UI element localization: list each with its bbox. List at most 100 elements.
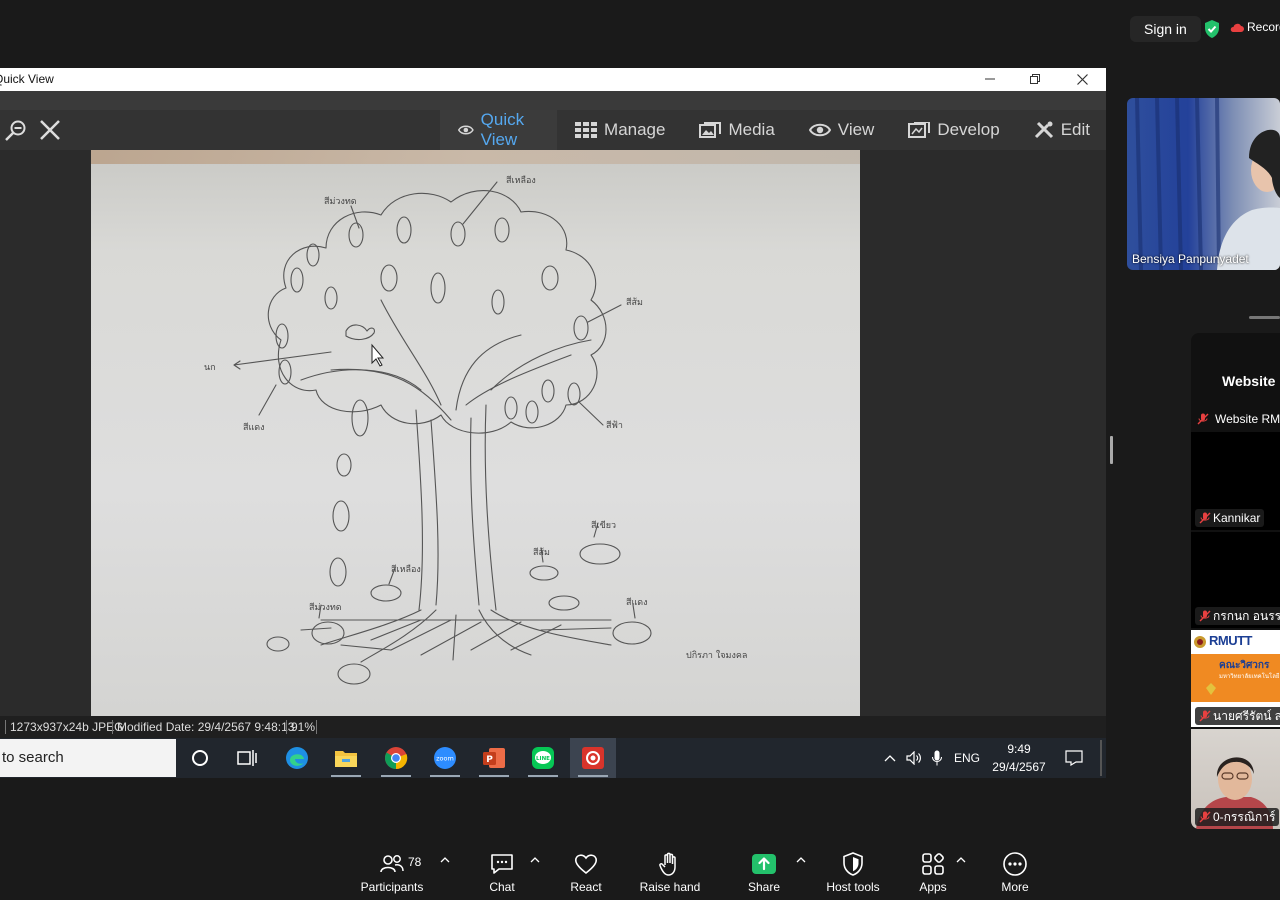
tab-quick-view[interactable]: Quick View: [440, 110, 558, 150]
participant-tile[interactable]: Kannikar: [1191, 432, 1280, 530]
annotation-label: สีเหลือง: [391, 564, 421, 575]
sign-in-button[interactable]: Sign in: [1130, 16, 1201, 42]
shield-check-icon[interactable]: [1203, 19, 1221, 39]
cortana-icon: [192, 750, 208, 766]
participant-tile[interactable]: 0-กรรณิการ์: [1191, 729, 1280, 829]
react-button[interactable]: React: [562, 842, 610, 900]
edge-button[interactable]: [274, 738, 320, 778]
line-button[interactable]: LINE: [520, 738, 566, 778]
tab-label: Edit: [1060, 120, 1090, 139]
chrome-button[interactable]: [373, 738, 419, 778]
cortana-button[interactable]: [177, 738, 223, 778]
status-separator: [112, 720, 113, 734]
zoom-out-icon[interactable]: [4, 118, 28, 142]
tab-label: Media: [728, 120, 775, 139]
participant-name-label: Kannikar: [1195, 509, 1265, 527]
microphone-status[interactable]: [928, 738, 946, 778]
search-placeholder: to search: [2, 749, 64, 766]
mic-off-icon: [1197, 413, 1209, 425]
annotation-label: นก: [204, 363, 216, 373]
annotation-label: สีฟ้า: [606, 420, 623, 431]
zoom-app-button[interactable]: zoom: [422, 738, 468, 778]
image-view-area[interactable]: สีม่วงทด สีเหลือง สีส้ม นก สีแดง สีฟ้า ส…: [0, 150, 1106, 718]
participant-name-label: กรกนก อนรรฆ: [1195, 607, 1280, 625]
window-close-button[interactable]: [1059, 68, 1105, 91]
taskbar-clock[interactable]: 9:49 29/4/2567: [984, 740, 1054, 776]
participants-icon: [380, 855, 404, 873]
participant-tile[interactable]: กรกนก อนรรฆ: [1191, 532, 1280, 628]
chevron-up-icon[interactable]: [796, 856, 806, 864]
host-tools-button[interactable]: Host tools: [818, 842, 888, 900]
annotation-label: สีเขียว: [591, 520, 616, 531]
raise-hand-button[interactable]: Raise hand: [636, 842, 704, 900]
task-view-button[interactable]: [224, 738, 270, 778]
panel-divider[interactable]: [1249, 316, 1280, 319]
volume-button[interactable]: [903, 738, 925, 778]
participant-name: 0-กรรณิการ์: [1213, 810, 1276, 824]
cloud-recording-icon: [1230, 23, 1244, 32]
rmutt-emblem-icon: [1194, 636, 1206, 648]
edit-icon: [1034, 121, 1053, 139]
clock-date: 29/4/2567: [992, 760, 1046, 774]
restore-icon: [1030, 74, 1040, 84]
task-view-icon: [237, 750, 257, 766]
viewer-title-bar: Quick View: [0, 68, 1106, 91]
pencil-tree-sketch: สีม่วงทด สีเหลือง สีส้ม นก สีแดง สีฟ้า ส…: [204, 175, 747, 685]
participant-tile[interactable]: Website RMUTT: [1191, 409, 1280, 431]
signature-text: ปกิรภา ใจมงคล: [686, 650, 747, 661]
chat-button[interactable]: Chat: [478, 842, 526, 900]
participant-name: Website RMUTT: [1215, 412, 1280, 426]
develop-icon: [908, 122, 931, 138]
active-speaker-video[interactable]: Bensiya Panpunyadet: [1127, 98, 1280, 270]
more-button[interactable]: More: [991, 842, 1039, 900]
zoom-icon: zoom: [434, 747, 456, 769]
annotation-label: สีม่วงทด: [324, 196, 357, 207]
chevron-up-icon[interactable]: [956, 856, 966, 864]
more-label: More: [1001, 880, 1029, 894]
tab-develop[interactable]: Develop: [890, 110, 1015, 150]
mic-off-icon: [1199, 610, 1211, 622]
close-icon[interactable]: [38, 118, 62, 142]
tab-manage[interactable]: Manage: [557, 110, 681, 150]
more-icon: [1003, 852, 1027, 876]
status-separator: [5, 720, 6, 734]
chevron-up-icon[interactable]: [440, 856, 450, 864]
acdsee-button[interactable]: [570, 738, 616, 778]
tab-label: Quick View: [480, 110, 525, 149]
participant-tile[interactable]: RMUTT คณะวิศวกร มหาวิทยาลัยเทคโนโลยี นาย…: [1191, 630, 1280, 727]
rmutt-logo-bar: RMUTT: [1191, 630, 1280, 654]
taskbar-search-box[interactable]: to search: [0, 739, 176, 777]
apps-button[interactable]: Apps: [909, 842, 957, 900]
meeting-controls-bar: 78 Participants Chat React Raise hand Sh…: [0, 842, 1280, 900]
file-explorer-button[interactable]: [323, 738, 369, 778]
participant-name-label: นายศรีรัตน์ ส: [1195, 707, 1280, 725]
show-hidden-icons-button[interactable]: [880, 738, 900, 778]
share-button[interactable]: Share: [740, 842, 788, 900]
recording-indicator[interactable]: Recording: [1230, 20, 1280, 34]
participant-name: กรกนก อนรรฆ: [1213, 609, 1280, 623]
participant-name: Kannikar: [1213, 511, 1261, 525]
notification-icon: [1065, 750, 1083, 766]
tab-media[interactable]: Media: [681, 110, 790, 150]
modified-date: Modified Date: 29/4/2567 9:48:13: [117, 720, 295, 734]
annotation-label: สีเหลือง: [506, 175, 536, 186]
tree-drawing-photo[interactable]: สีม่วงทด สีเหลือง สีส้ม นก สีแดง สีฟ้า ส…: [91, 150, 860, 716]
participant-gallery: Website Website RMUTT Kannikar กรกนก อนร…: [1191, 333, 1280, 829]
mic-off-icon: [1199, 811, 1211, 823]
language-indicator[interactable]: ENG: [952, 738, 982, 778]
show-desktop-strip[interactable]: [1100, 740, 1102, 776]
participants-button[interactable]: 78 Participants: [355, 842, 429, 900]
mode-tabs: Quick View Manage Media View Develop Edi…: [440, 110, 1106, 150]
menu-strip: [0, 91, 1106, 110]
chevron-up-icon[interactable]: [530, 856, 540, 864]
powerpoint-button[interactable]: P: [471, 738, 517, 778]
tab-view[interactable]: View: [791, 110, 891, 150]
minimize-button[interactable]: [967, 68, 1013, 91]
tab-edit[interactable]: Edit: [1016, 110, 1106, 150]
svg-text:LINE: LINE: [536, 756, 550, 762]
restore-button[interactable]: [1012, 68, 1058, 91]
host-tools-label: Host tools: [826, 880, 880, 894]
image-info: 1273x937x24b JPEG: [10, 720, 124, 734]
panel-resize-handle[interactable]: [1110, 436, 1113, 464]
notification-center-button[interactable]: [1060, 738, 1088, 778]
